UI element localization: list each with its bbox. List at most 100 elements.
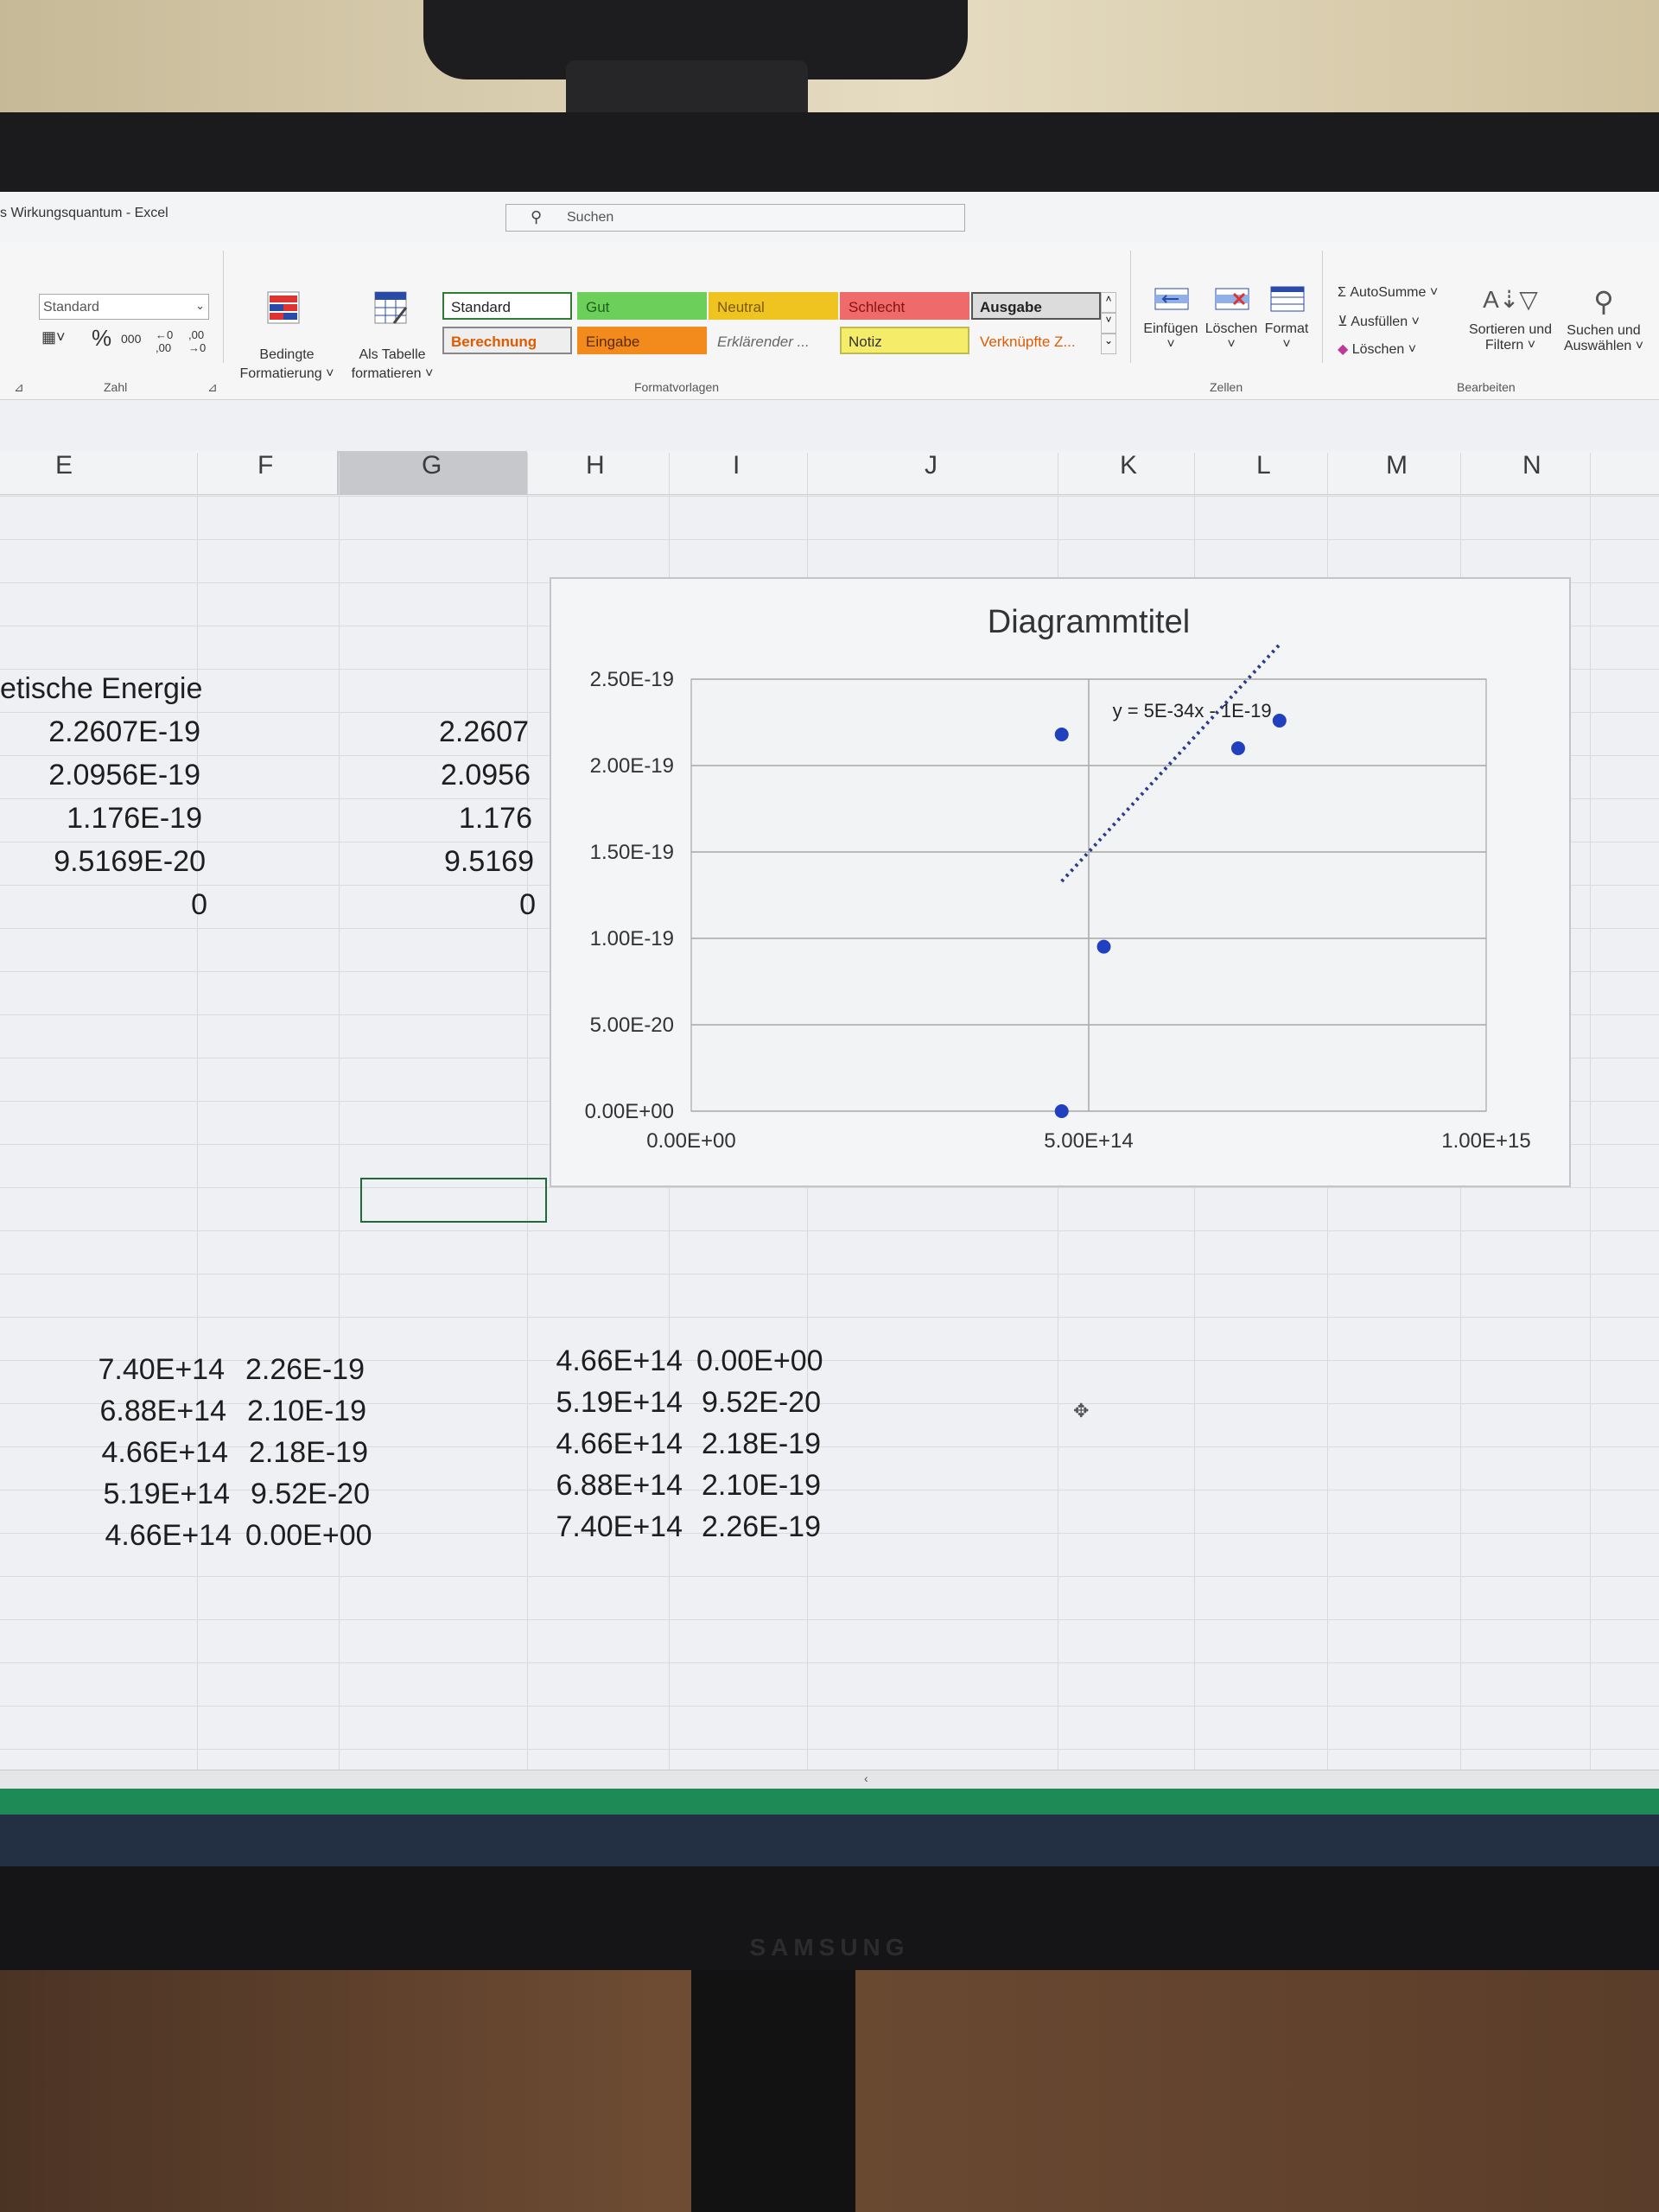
decrease-decimal-button[interactable]: ,00 →0 — [188, 328, 206, 354]
table-left-x[interactable]: 4.66E+14 — [52, 1436, 228, 1470]
cell-g-value[interactable]: 2.2607 — [346, 715, 529, 749]
dialog-launcher-icon[interactable]: ⊿ — [207, 380, 218, 395]
sort-label-2: Filtern ˅ — [1484, 338, 1536, 353]
sort-filter-button[interactable]: A⇣▽ Sortieren und Filtern ˅ — [1465, 285, 1555, 353]
group-label-zahl: Zahl — [104, 380, 128, 394]
style-eingabe[interactable]: Eingabe — [577, 327, 707, 354]
column-header-g[interactable]: G — [422, 451, 442, 480]
column-header-bar — [0, 451, 1659, 495]
table-left-y[interactable]: 0.00E+00 — [245, 1519, 372, 1553]
data-point — [1096, 939, 1111, 954]
style-neutral[interactable]: Neutral — [709, 292, 838, 320]
table-left-y[interactable]: 2.18E-19 — [249, 1436, 368, 1470]
table-right-x[interactable]: 7.40E+14 — [518, 1510, 683, 1544]
table-right-x[interactable]: 5.19E+14 — [518, 1386, 683, 1420]
y-tick-label: 2.00E-19 — [590, 754, 674, 778]
percent-button[interactable]: % — [92, 325, 111, 352]
number-format-select[interactable]: Standard ⌄ — [39, 294, 209, 320]
style-gut[interactable]: Gut — [577, 292, 707, 320]
style-schlecht[interactable]: Schlecht — [840, 292, 969, 320]
cell-e-header[interactable]: etische Energie — [0, 672, 202, 706]
sort-label-1: Sortieren und — [1468, 322, 1553, 337]
search-icon: ⚲ — [531, 208, 543, 226]
table-left-x[interactable]: 4.66E+14 — [52, 1519, 232, 1553]
thousands-button[interactable]: 000 — [121, 332, 141, 346]
table-left-y[interactable]: 2.26E-19 — [245, 1353, 365, 1387]
table-right-y[interactable]: 2.26E-19 — [702, 1510, 821, 1544]
table-right-y[interactable]: 0.00E+00 — [696, 1344, 823, 1378]
style-erklaerender[interactable]: Erklärender ... — [709, 327, 838, 354]
monitor-brand-logo: SAMSUNG — [749, 1934, 910, 1961]
column-header-e[interactable]: E — [55, 451, 73, 480]
chart-canvas: 0.00E+00 5.00E-20 1.00E-19 1.50E-19 2.00E-19… — [585, 604, 1531, 1153]
cell-e-value[interactable]: 0 — [0, 888, 207, 922]
table-right-y[interactable]: 2.18E-19 — [702, 1427, 821, 1461]
cell-e-value[interactable]: 9.5169E-20 — [0, 845, 206, 879]
gallery-scroll-down[interactable]: ˅ — [1101, 313, 1116, 334]
table-right-x[interactable]: 4.66E+14 — [518, 1344, 683, 1378]
clear-button[interactable]: ◆ Löschen ˅ — [1338, 340, 1416, 358]
table-left-y[interactable]: 9.52E-20 — [251, 1478, 370, 1511]
column-header-m[interactable]: M — [1386, 451, 1408, 480]
column-header-f[interactable]: F — [257, 451, 273, 480]
increase-decimal-button[interactable]: ←0,00 — [156, 328, 173, 354]
conditional-formatting-button[interactable]: Bedingte Formatierung ˅ — [232, 242, 342, 381]
gallery-more[interactable]: ⌄ — [1101, 334, 1116, 354]
accounting-format-button[interactable]: ▦˅ — [41, 328, 66, 346]
scroll-left-arrow-icon[interactable]: ‹ — [864, 1771, 868, 1785]
y-tick-label: 2.50E-19 — [590, 668, 674, 691]
cell-g-value[interactable]: 2.0956 — [346, 759, 531, 792]
sort-filter-icon: A⇣▽ — [1483, 286, 1538, 313]
style-berechnung[interactable]: Berechnung — [442, 327, 572, 354]
data-point — [1230, 741, 1245, 755]
table-right-x[interactable]: 4.66E+14 — [518, 1427, 683, 1461]
cell-e-value[interactable]: 1.176E-19 — [0, 802, 202, 836]
cell-g-value[interactable]: 9.5169 — [346, 845, 534, 879]
style-standard[interactable]: Standard — [442, 292, 572, 320]
table-left-y[interactable]: 2.10E-19 — [247, 1395, 366, 1428]
active-cell-selection[interactable] — [360, 1178, 547, 1223]
style-label: Erklärender ... — [717, 334, 810, 350]
gridline — [0, 1230, 1659, 1231]
ribbon-separator — [1322, 251, 1323, 363]
format-cells-button[interactable]: Format ˅ — [1258, 321, 1315, 353]
gridline — [1590, 453, 1591, 1868]
cell-e-value[interactable]: 2.2607E-19 — [0, 715, 200, 749]
group-label-zellen: Zellen — [1210, 380, 1243, 394]
gridline — [0, 1706, 1659, 1707]
cell-e-value[interactable]: 2.0956E-19 — [0, 759, 200, 792]
table-left-x[interactable]: 6.88E+14 — [52, 1395, 226, 1428]
search-input[interactable]: ⚲ Suchen — [505, 204, 965, 232]
insert-cells-button[interactable]: Einfügen ˅ — [1142, 321, 1199, 353]
table-left-x[interactable]: 5.19E+14 — [52, 1478, 230, 1511]
autosum-button[interactable]: Σ AutoSumme ˅ — [1338, 285, 1438, 301]
style-label: Verknüpfte Z... — [980, 334, 1076, 350]
dialog-launcher-icon[interactable]: ⊿ — [14, 380, 24, 395]
column-header-l[interactable]: L — [1256, 451, 1271, 480]
format-as-table-button[interactable]: Als Tabelle formatieren ˅ — [342, 242, 442, 381]
table-left-x[interactable]: 7.40E+14 — [52, 1353, 225, 1387]
column-header-i[interactable]: I — [733, 451, 740, 480]
delete-cells-button[interactable]: Löschen ˅ — [1203, 321, 1260, 353]
window-title: s Wirkungsquantum - Excel — [0, 206, 168, 220]
table-right-y[interactable]: 2.10E-19 — [702, 1469, 821, 1503]
column-header-n[interactable]: N — [1522, 451, 1541, 480]
find-select-button[interactable]: ⚲ Suchen und Auswählen ˅ — [1559, 285, 1649, 354]
insert-cells-icon — [1154, 288, 1189, 310]
cell-g-value[interactable]: 0 — [346, 888, 536, 922]
search-placeholder: Suchen — [567, 210, 614, 225]
format-as-table-label-2: formatieren ˅ — [351, 366, 434, 381]
table-right-y[interactable]: 9.52E-20 — [702, 1386, 821, 1420]
scatter-chart[interactable]: 0.00E+00 5.00E-20 1.00E-19 1.50E-19 2.00E-19… — [550, 577, 1571, 1187]
style-verknuepfte-zelle[interactable]: Verknüpfte Z... — [971, 327, 1101, 354]
column-header-h[interactable]: H — [586, 451, 605, 480]
fill-button[interactable]: ⊻ Ausfüllen ˅ — [1338, 313, 1420, 330]
style-notiz[interactable]: Notiz — [840, 327, 969, 354]
column-header-k[interactable]: K — [1120, 451, 1137, 480]
horizontal-scrollbar[interactable]: ‹ — [0, 1770, 1659, 1789]
gallery-scroll-up[interactable]: ˄ — [1101, 292, 1116, 313]
column-header-j[interactable]: J — [925, 451, 938, 480]
table-right-x[interactable]: 6.88E+14 — [518, 1469, 683, 1503]
style-ausgabe[interactable]: Ausgabe — [971, 292, 1101, 320]
cell-g-value[interactable]: 1.176 — [346, 802, 532, 836]
